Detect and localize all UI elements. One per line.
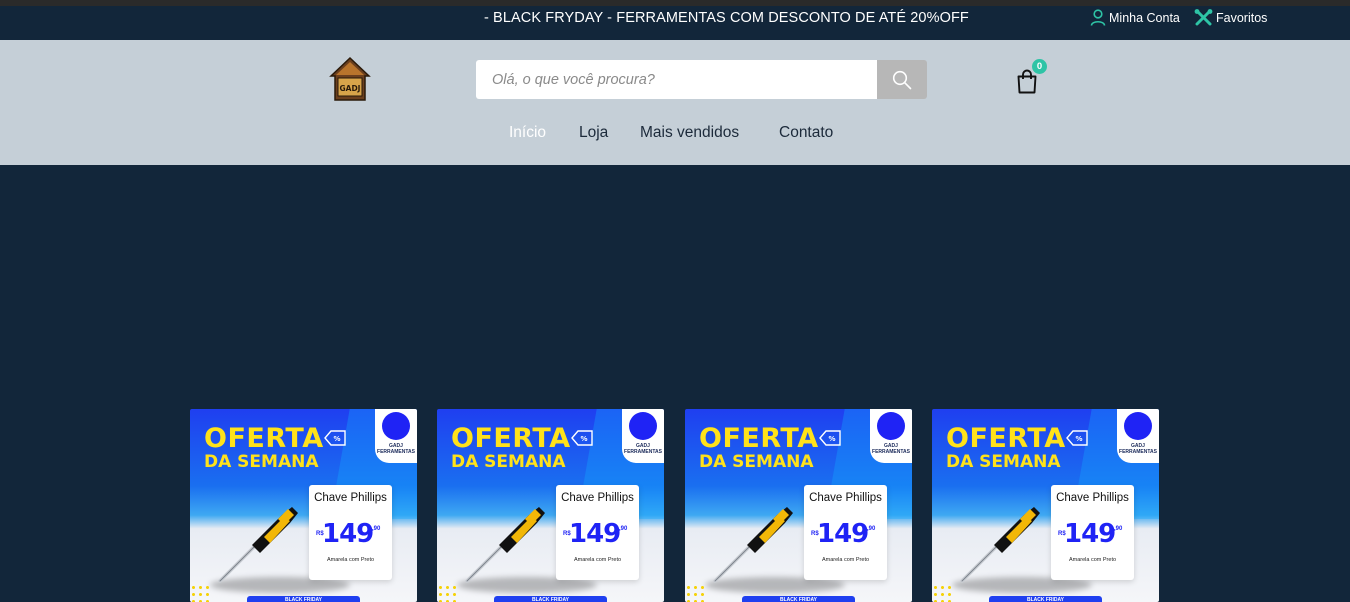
price-cents: ,90 — [619, 526, 628, 532]
search-button[interactable] — [877, 60, 927, 99]
product-name: Chave Phillips — [809, 492, 882, 504]
nav-item-loja[interactable]: Loja — [579, 124, 608, 142]
search-input[interactable] — [476, 60, 877, 99]
svg-text:%: % — [580, 435, 587, 443]
svg-text:%: % — [1075, 435, 1082, 443]
svg-text:%: % — [828, 435, 835, 443]
brand-logo — [877, 412, 905, 440]
price-tag-icon: % — [1066, 430, 1088, 446]
product-description: Amarela com Preto — [821, 557, 870, 563]
promo-topbar: - BLACK FRYDAY - FERRAMENTAS COM DESCONT… — [0, 6, 1350, 40]
black-friday-banner: BLACK FRIDAY — [494, 596, 607, 602]
nav-item-inicio[interactable]: Início — [509, 124, 546, 142]
product-card[interactable]: OFERTA DA SEMANA% GADJ FERRAMENTAS Chave Ph… — [685, 409, 912, 602]
search-icon — [892, 70, 912, 89]
price-value: 149 — [322, 519, 374, 549]
my-account-link[interactable]: Minha Conta — [1090, 9, 1180, 26]
offer-headline: OFERTA — [204, 423, 324, 454]
price-box: Chave Phillips R$ 149,90 Amarela com Preto — [1051, 485, 1134, 580]
site-logo[interactable]: GADJ — [329, 56, 371, 104]
brand-badge: GADJ FERRAMENTAS — [1117, 409, 1159, 463]
product-card[interactable]: OFERTA DA SEMANA% GADJ FERRAMENTAS Chave Ph… — [932, 409, 1159, 602]
black-friday-banner: BLACK FRIDAY — [742, 596, 855, 602]
decorative-dots — [190, 584, 210, 602]
offer-subheadline: DA SEMANA — [946, 452, 1061, 472]
brand-logo — [629, 412, 657, 440]
main-nav: Início Loja Mais vendidos Contato — [0, 124, 1350, 144]
price-box: Chave Phillips R$ 149,90 Amarela com Preto — [804, 485, 887, 580]
price-cents: ,90 — [867, 526, 876, 532]
offer-headline: OFERTA — [451, 423, 571, 454]
price-cents: ,90 — [1114, 526, 1123, 532]
price-tag-icon: % — [571, 430, 593, 446]
product-description: Amarela com Preto — [573, 557, 622, 563]
product-description: Amarela com Preto — [1068, 557, 1117, 563]
favorites-label: Favoritos — [1216, 11, 1268, 25]
offer-subheadline: DA SEMANA — [699, 452, 814, 472]
site-header: GADJ 0 Início Loja Mais vendidos Contato — [0, 40, 1350, 165]
decorative-dots — [932, 584, 952, 602]
screwdriver-image — [713, 507, 793, 583]
black-friday-banner: BLACK FRIDAY — [247, 596, 360, 602]
product-card[interactable]: OFERTA DA SEMANA% GADJ FERRAMENTAS Chave Ph… — [190, 409, 417, 602]
cart-count-badge: 0 — [1032, 59, 1047, 74]
user-icon — [1090, 9, 1106, 26]
brand-text: GADJ FERRAMENTAS — [377, 443, 415, 455]
svg-text:%: % — [333, 435, 340, 443]
screwdriver-image — [465, 507, 545, 583]
price-tag-icon: % — [819, 430, 841, 446]
brand-logo — [382, 412, 410, 440]
nav-item-mais-vendidos[interactable]: Mais vendidos — [640, 124, 739, 142]
offer-subheadline: DA SEMANA — [204, 452, 319, 472]
product-name: Chave Phillips — [314, 492, 387, 504]
product-description: Amarela com Preto — [326, 557, 375, 563]
search-bar — [476, 60, 927, 99]
promo-text: - BLACK FRYDAY - FERRAMENTAS COM DESCONT… — [484, 10, 969, 26]
brand-text: GADJ FERRAMENTAS — [872, 443, 910, 455]
offer-headline: OFERTA — [946, 423, 1066, 454]
brand-badge: GADJ FERRAMENTAS — [870, 409, 912, 463]
offer-subheadline: DA SEMANA — [451, 452, 566, 472]
favorites-link[interactable]: Favoritos — [1194, 9, 1267, 27]
price-value: 149 — [569, 519, 621, 549]
brand-text: GADJ FERRAMENTAS — [624, 443, 662, 455]
brand-text: GADJ FERRAMENTAS — [1119, 443, 1157, 455]
screwdriver-image — [960, 507, 1040, 583]
nav-item-contato[interactable]: Contato — [779, 124, 833, 142]
product-name: Chave Phillips — [561, 492, 634, 504]
price-box: Chave Phillips R$ 149,90 Amarela com Preto — [309, 485, 392, 580]
product-card[interactable]: OFERTA DA SEMANA% GADJ FERRAMENTAS Chave Ph… — [437, 409, 664, 602]
screwdriver-image — [218, 507, 298, 583]
brand-badge: GADJ FERRAMENTAS — [622, 409, 664, 463]
tools-icon — [1194, 9, 1213, 26]
price-value: 149 — [817, 519, 869, 549]
price-tag-icon: % — [324, 430, 346, 446]
black-friday-banner: BLACK FRIDAY — [989, 596, 1102, 602]
svg-text:GADJ: GADJ — [340, 84, 361, 93]
price-cents: ,90 — [372, 526, 381, 532]
brand-logo — [1124, 412, 1152, 440]
my-account-label: Minha Conta — [1109, 10, 1180, 25]
product-name: Chave Phillips — [1056, 492, 1129, 504]
price-value: 149 — [1064, 519, 1116, 549]
brand-badge: GADJ FERRAMENTAS — [375, 409, 417, 463]
price-box: Chave Phillips R$ 149,90 Amarela com Preto — [556, 485, 639, 580]
decorative-dots — [685, 584, 705, 602]
offer-headline: OFERTA — [699, 423, 819, 454]
decorative-dots — [437, 584, 457, 602]
